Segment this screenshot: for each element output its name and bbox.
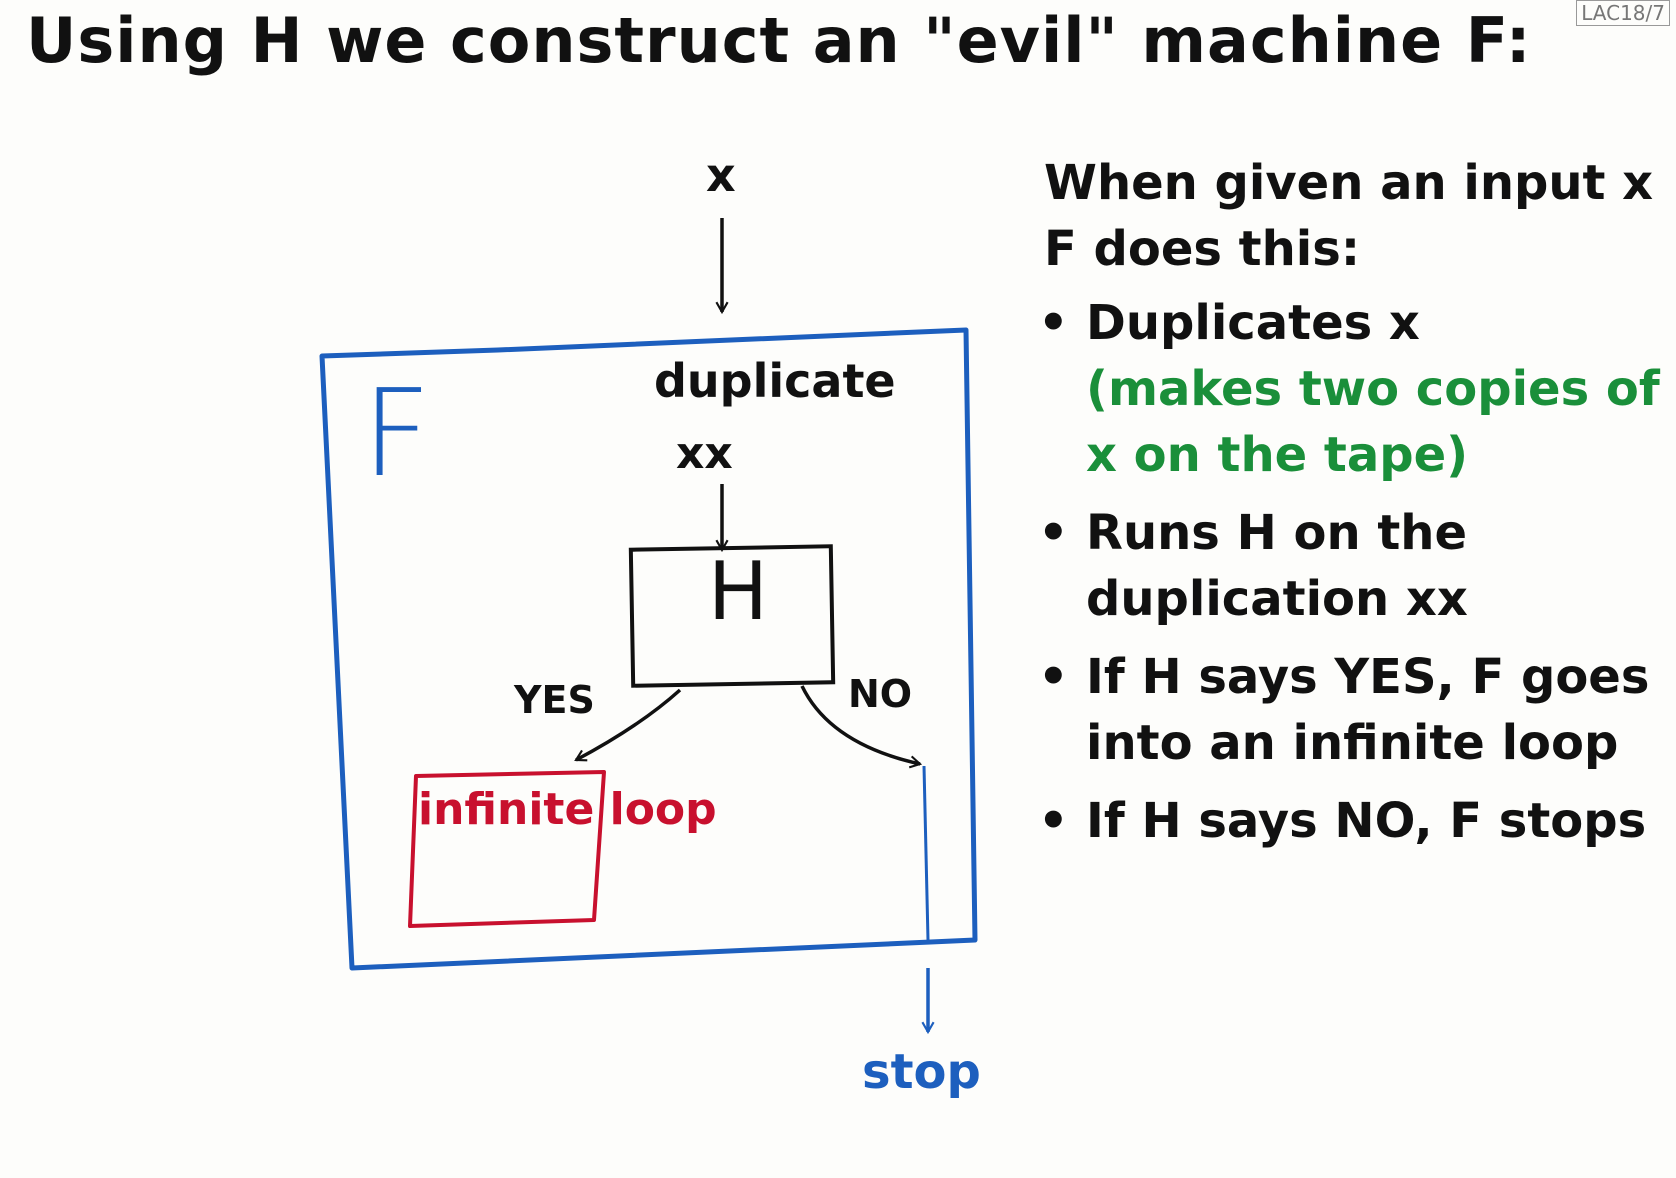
step-text: If H says NO, F stops: [1086, 793, 1647, 849]
no-label: NO: [848, 672, 913, 716]
step-note: (makes two copies of x on the tape): [1086, 361, 1660, 483]
yes-label: YES: [514, 678, 595, 722]
step-text: If H says YES, F goes into an infinite l…: [1086, 649, 1650, 771]
step-yes-loop: If H says YES, F goes into an infinite l…: [1034, 644, 1664, 776]
input-x-label: x: [706, 148, 736, 202]
no-path-line: [922, 765, 930, 941]
step-no-stop: If H says NO, F stops: [1034, 788, 1664, 854]
duplicate-label: duplicate: [654, 354, 896, 408]
step-duplicate: Duplicates x (makes two copies of x on t…: [1034, 290, 1664, 488]
machine-f-label: F: [362, 365, 432, 504]
infinite-loop-label: infinite loop: [418, 784, 717, 835]
step-text: Runs H on the duplication xx: [1086, 505, 1468, 627]
step-text: Duplicates x: [1086, 295, 1420, 351]
doubled-input-label: xx: [676, 428, 733, 479]
step-list: Duplicates x (makes two copies of x on t…: [1034, 290, 1664, 854]
step-run-h: Runs H on the duplication xx: [1034, 500, 1664, 632]
h-box-label: H: [707, 545, 769, 638]
explanation-panel: When given an input x F does this: Dupli…: [1034, 150, 1664, 866]
stop-label: stop: [862, 1044, 981, 1100]
explanation-intro: When given an input x F does this:: [1044, 155, 1654, 277]
